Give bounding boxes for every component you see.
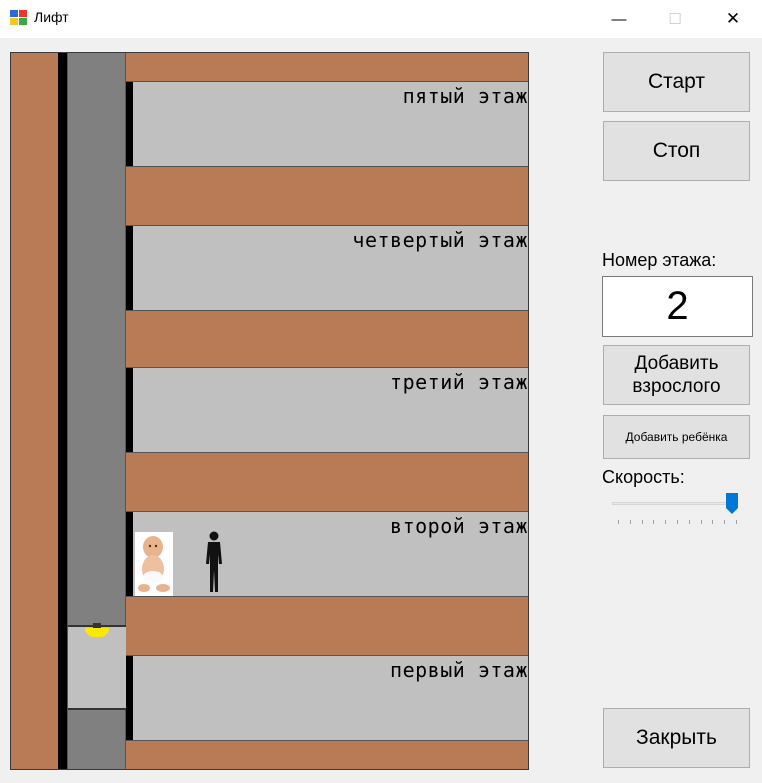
slider-tick xyxy=(736,520,737,524)
slider-tick xyxy=(689,520,690,524)
slider-track xyxy=(612,502,738,505)
close-window-button[interactable]: ✕ xyxy=(704,0,762,38)
add-adult-button[interactable]: Добавить взрослого xyxy=(603,345,750,405)
floor-door xyxy=(126,512,133,596)
floor-label: первый этаж xyxy=(390,658,528,682)
app-icon xyxy=(10,10,27,25)
baby-icon xyxy=(135,532,173,596)
speed-label: Скорость: xyxy=(602,467,685,487)
slider-tick xyxy=(712,520,713,524)
lamp-icon xyxy=(85,628,109,637)
floor-label: второй этаж xyxy=(390,514,528,538)
floor-label: четвертый этаж xyxy=(352,228,528,252)
slider-thumb[interactable] xyxy=(726,493,738,514)
floor-number-label: Номер этажа: xyxy=(602,250,717,270)
shaft-divider xyxy=(58,53,67,769)
slider-tick xyxy=(642,520,643,524)
floor-door xyxy=(126,82,133,166)
man-silhouette-icon xyxy=(206,531,222,592)
floor-label: пятый этаж xyxy=(402,84,528,108)
close-button[interactable]: Закрыть xyxy=(603,708,750,768)
title-bar: Лифт — ☐ ✕ xyxy=(0,0,762,38)
slider-tick xyxy=(665,520,666,524)
building-scene: пятый этаж четвертый этаж третий этаж вт… xyxy=(10,52,529,770)
elevator-cabin xyxy=(68,623,126,710)
minimize-icon: — xyxy=(611,10,627,28)
close-icon: ✕ xyxy=(725,9,741,28)
floor-4: четвертый этаж xyxy=(126,225,528,311)
slider-tick xyxy=(677,520,678,524)
slider-tick xyxy=(630,520,631,524)
maximize-button[interactable]: ☐ xyxy=(646,0,704,38)
floor-number-input[interactable]: 2 xyxy=(602,276,753,337)
floor-1: первый этаж xyxy=(126,655,528,741)
floor-door xyxy=(126,368,133,452)
slider-tick xyxy=(653,520,654,524)
floor-2: второй этаж xyxy=(126,511,528,597)
floor-door xyxy=(126,226,133,310)
minimize-button[interactable]: — xyxy=(590,0,648,38)
start-button[interactable]: Старт xyxy=(603,52,750,112)
floor-3: третий этаж xyxy=(126,367,528,453)
slider-tick xyxy=(618,520,619,524)
add-child-button[interactable]: Добавить ребёнка xyxy=(603,415,750,459)
slider-ticks xyxy=(618,520,737,525)
stop-button[interactable]: Стоп xyxy=(603,121,750,181)
speed-slider[interactable] xyxy=(608,490,744,530)
floor-label: третий этаж xyxy=(390,370,528,394)
maximize-icon: ☐ xyxy=(668,11,682,28)
window-title: Лифт xyxy=(34,9,69,25)
client-area: пятый этаж четвертый этаж третий этаж вт… xyxy=(0,38,762,783)
floor-door xyxy=(126,656,133,740)
floor-5: пятый этаж xyxy=(126,81,528,167)
slider-tick xyxy=(701,520,702,524)
slider-tick xyxy=(724,520,725,524)
